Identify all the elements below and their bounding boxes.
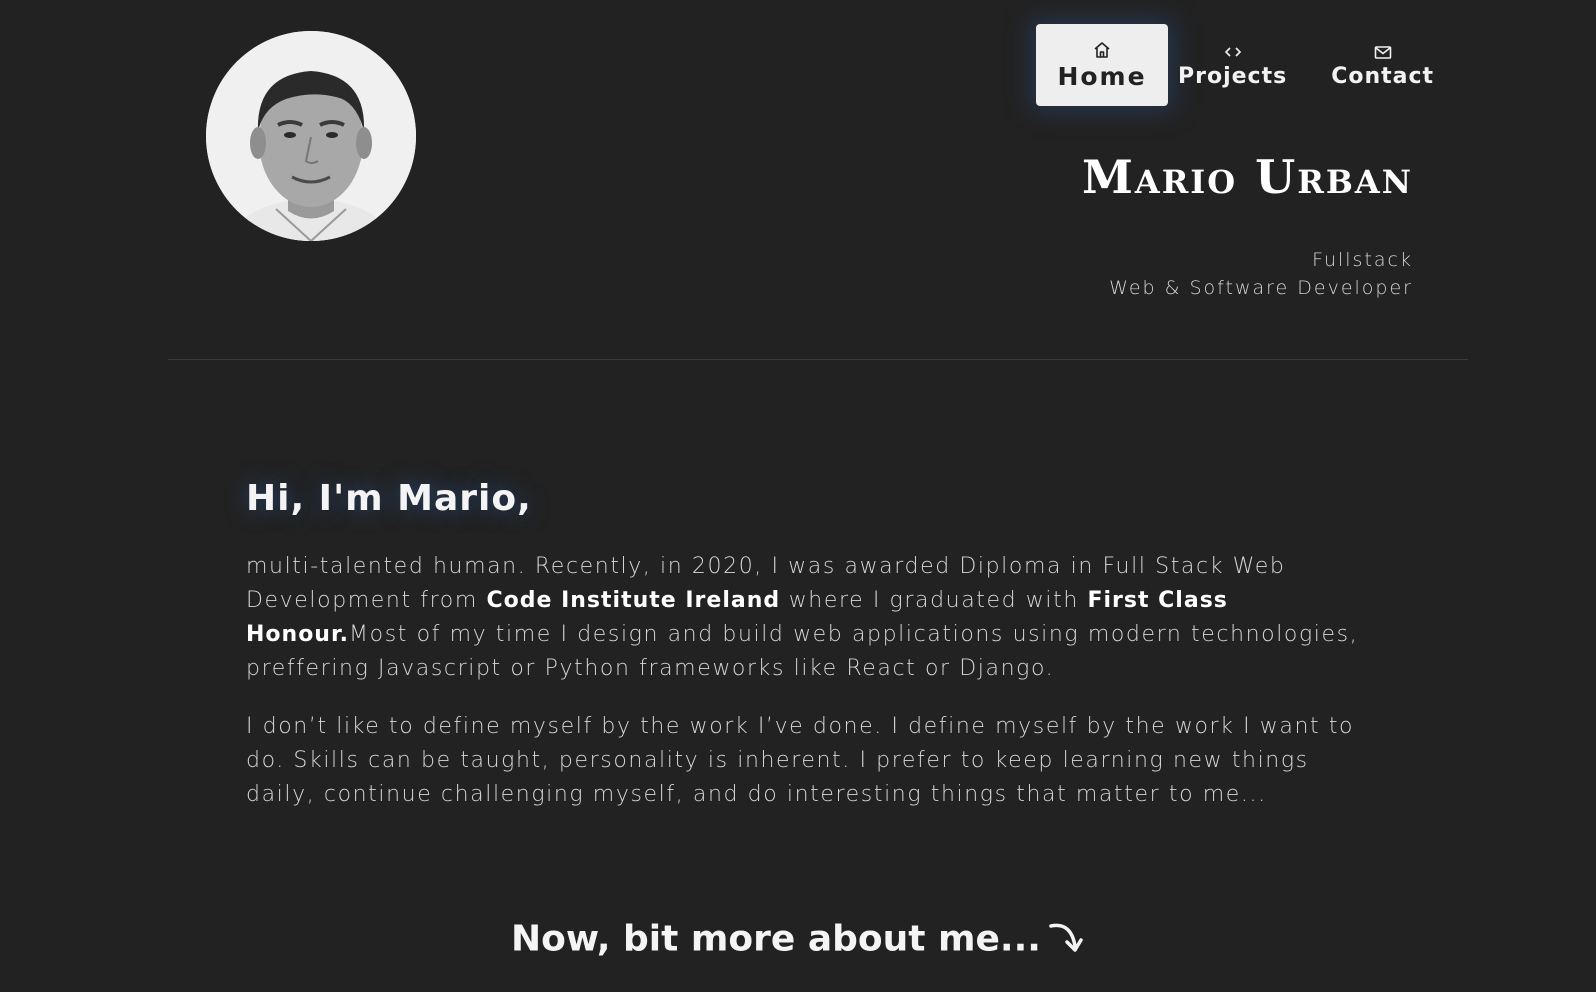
more-about-me-label: Now, bit more about me... <box>511 918 1041 960</box>
main-nav: Home Projects Contact <box>1036 24 1434 112</box>
more-about-me-link[interactable]: Now, bit more about me... <box>0 916 1596 965</box>
nav-projects-label: Projects <box>1178 63 1288 89</box>
avatar-photo <box>206 31 416 241</box>
nav-contact[interactable]: Contact <box>1309 24 1434 112</box>
role-line-1: Fullstack <box>1312 249 1413 271</box>
intro-text-b: where I graduated with <box>780 588 1088 613</box>
nav-home-label: Home <box>1057 61 1147 91</box>
header-divider <box>168 359 1468 360</box>
nav-contact-label: Contact <box>1331 63 1435 89</box>
home-icon <box>1092 40 1112 60</box>
mail-icon <box>1373 42 1393 62</box>
avatar <box>206 31 416 241</box>
nav-projects[interactable]: Projects <box>1168 24 1309 112</box>
site-owner-name: Mario Urban <box>1081 150 1413 204</box>
page: Home Projects Contact Mario Urban Fullst… <box>0 0 1596 992</box>
greeting-heading: Hi, I'm Mario, <box>246 478 532 519</box>
intro-text-c: Most of my time I design and build web a… <box>246 622 1359 681</box>
intro-paragraph-1: multi-talented human. Recently, in 2020,… <box>246 550 1386 686</box>
role-subtitle: Fullstack Web & Software Developer <box>1109 246 1413 302</box>
nav-home[interactable]: Home <box>1036 24 1168 106</box>
role-line-2: Web & Software Developer <box>1109 277 1413 299</box>
curved-arrow-icon <box>1045 916 1085 965</box>
code-icon <box>1223 42 1243 62</box>
intro-paragraph-2: I don’t like to define myself by the wor… <box>246 714 1355 807</box>
institute-name: Code Institute Ireland <box>486 588 781 613</box>
